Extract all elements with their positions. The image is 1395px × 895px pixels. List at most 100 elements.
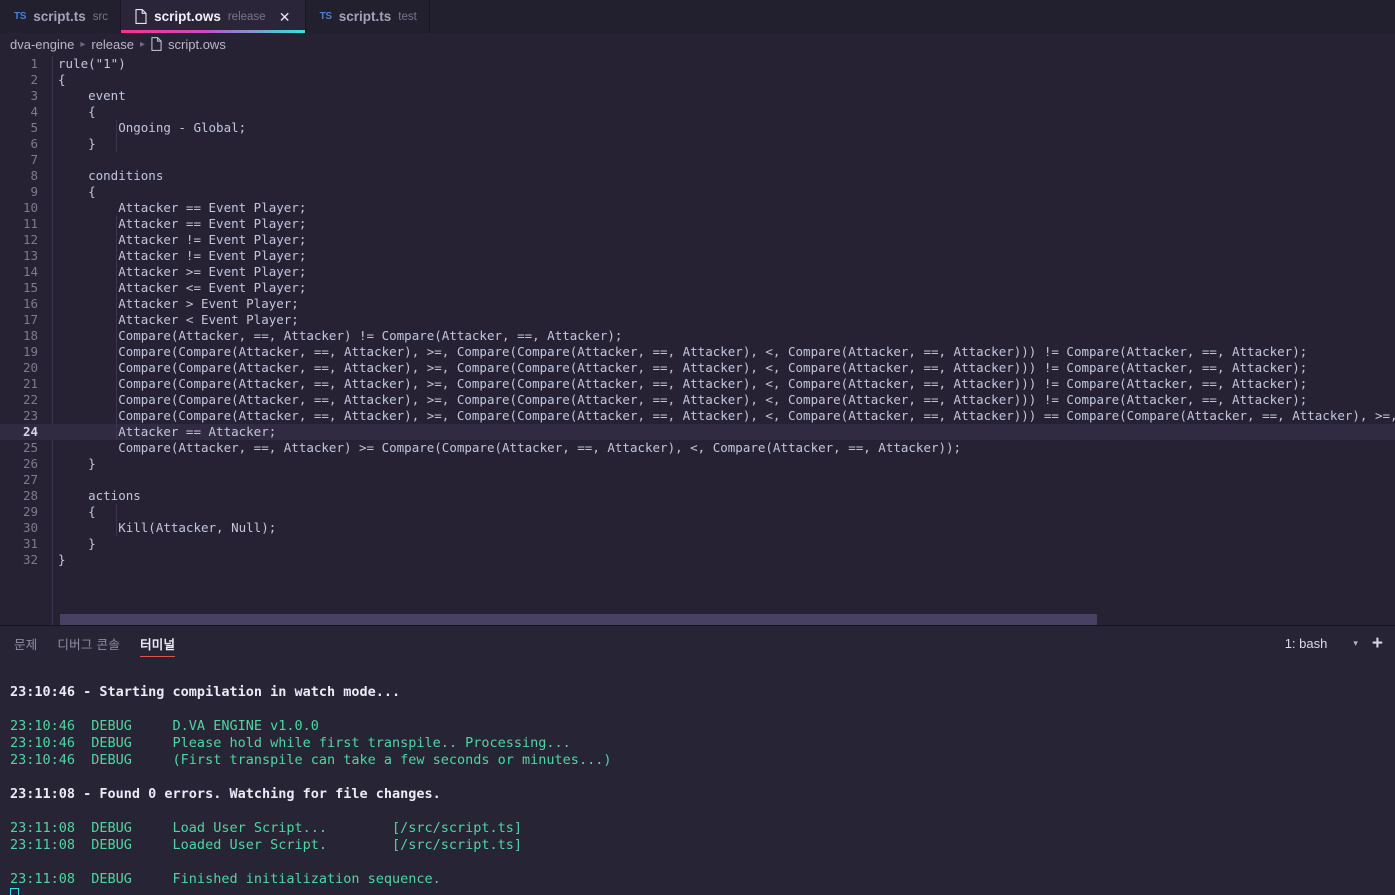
line-number: 30: [22, 520, 38, 535]
code-line[interactable]: 29 {: [0, 504, 1395, 520]
panel-tab-label: 문제: [14, 637, 38, 652]
code-line[interactable]: 32}: [0, 552, 1395, 568]
code-line[interactable]: 25 Compare(Attacker, ==, Attacker) >= Co…: [0, 440, 1395, 456]
terminal-output[interactable]: 23:10:46 - Starting compilation in watch…: [0, 661, 1395, 895]
chevron-right-icon: ▸: [140, 39, 146, 50]
editor-tab-script-ows-release[interactable]: script.ows release ✕: [121, 0, 306, 33]
code-line[interactable]: 26 }: [0, 456, 1395, 472]
code-line[interactable]: 1 rule("1"): [0, 56, 1395, 72]
code-line[interactable]: 2{: [0, 72, 1395, 88]
code-lines-container: 1 rule("1") 2{3 event 4 {5 Ongoing - Global…: [0, 56, 1395, 568]
code-line-background: [52, 168, 1395, 184]
breadcrumb-label: script.ows: [168, 37, 226, 52]
line-number: 4: [30, 104, 38, 119]
code-line[interactable]: 13 Attacker != Event Player;: [0, 248, 1395, 264]
code-line[interactable]: 15 Attacker <= Event Player;: [0, 280, 1395, 296]
code-line[interactable]: 28 actions: [0, 488, 1395, 504]
code-line[interactable]: 8 conditions: [0, 168, 1395, 184]
editor-tab-script-ts-src[interactable]: TS script.ts src: [0, 0, 122, 33]
panel-tab-problems[interactable]: 문제: [14, 626, 37, 661]
terminal-line: 23:11:08 DEBUG Finished initialization s…: [10, 871, 441, 887]
new-terminal-icon[interactable]: +: [1372, 634, 1383, 653]
code-line[interactable]: 11 Attacker == Event Player;: [0, 216, 1395, 232]
scrollbar-thumb[interactable]: [60, 614, 1097, 625]
line-number: 23: [22, 408, 38, 423]
close-icon[interactable]: ✕: [277, 9, 293, 25]
terminal-selector[interactable]: 1: bash ▾: [1285, 636, 1358, 651]
code-text: Attacker != Event Player;: [58, 232, 307, 247]
generic-file-icon: [135, 9, 147, 24]
code-line[interactable]: 18 Compare(Attacker, ==, Attacker) != Co…: [0, 328, 1395, 344]
code-line[interactable]: 24 Attacker == Attacker;: [0, 424, 1395, 440]
line-number: 20: [22, 360, 38, 375]
editor-tab-bar: TS script.ts src script.ows release ✕ TS…: [0, 0, 1395, 33]
code-line[interactable]: 21 Compare(Compare(Attacker, ==, Attacke…: [0, 376, 1395, 392]
code-line[interactable]: 16 Attacker > Event Player;: [0, 296, 1395, 312]
breadcrumb-label: release: [91, 37, 134, 52]
code-text: Compare(Attacker, ==, Attacker) >= Compa…: [58, 440, 962, 455]
line-number: 14: [22, 264, 38, 279]
terminal-line: 23:11:08 - Found 0 errors. Watching for …: [10, 786, 441, 802]
vscode-window: TS script.ts src script.ows release ✕ TS…: [0, 0, 1395, 895]
code-line[interactable]: 10 Attacker == Event Player;: [0, 200, 1395, 216]
code-line[interactable]: 6 }: [0, 136, 1395, 152]
chevron-down-icon[interactable]: ▾: [1353, 638, 1358, 649]
code-line[interactable]: 17 Attacker < Event Player;: [0, 312, 1395, 328]
code-line[interactable]: 31 }: [0, 536, 1395, 552]
panel-tab-debug-console[interactable]: 디버그 콘솔: [57, 626, 120, 661]
editor-tab-script-ts-test[interactable]: TS script.ts test: [305, 0, 430, 33]
line-number: 18: [22, 328, 38, 343]
code-line[interactable]: 27: [0, 472, 1395, 488]
code-line[interactable]: 20 Compare(Compare(Attacker, ==, Attacke…: [0, 360, 1395, 376]
tab-title: script.ts: [33, 9, 86, 24]
terminal-line: 23:10:46 DEBUG (First transpile can take…: [10, 752, 612, 768]
line-number: 7: [30, 152, 38, 167]
code-line-background: [52, 152, 1395, 168]
panel-tab-terminal[interactable]: 터미널: [140, 626, 176, 661]
line-number: 15: [22, 280, 38, 295]
line-number: 8: [30, 168, 38, 183]
code-text: Compare(Compare(Attacker, ==, Attacker),…: [58, 360, 1308, 375]
line-number: 9: [30, 184, 38, 199]
panel-tab-label: 디버그 콘솔: [57, 637, 121, 652]
panel-tab-list: 문제 디버그 콘솔 터미널: [14, 626, 176, 661]
terminal-prompt-line[interactable]: [10, 888, 1395, 895]
code-text: Kill(Attacker, Null);: [58, 520, 277, 535]
code-line[interactable]: 12 Attacker != Event Player;: [0, 232, 1395, 248]
line-number: 21: [22, 376, 38, 391]
editor-horizontal-scrollbar[interactable]: [0, 613, 1395, 625]
code-line[interactable]: 4 {: [0, 104, 1395, 120]
breadcrumb-item-release[interactable]: release: [91, 37, 134, 52]
code-line-background: [52, 72, 1395, 88]
code-text: Attacker < Event Player;: [58, 312, 299, 327]
terminal-line: 23:10:46 DEBUG D.VA ENGINE v1.0.0: [10, 718, 319, 734]
code-text: event: [58, 88, 126, 103]
tab-bar-empty-space: [429, 0, 1395, 33]
code-line[interactable]: 14 Attacker >= Event Player;: [0, 264, 1395, 280]
terminal-line: 23:11:08 DEBUG Load User Script... [/src…: [10, 820, 523, 836]
line-number: 17: [22, 312, 38, 327]
code-line[interactable]: 22 Compare(Compare(Attacker, ==, Attacke…: [0, 392, 1395, 408]
code-line-background: [52, 456, 1395, 472]
code-line-background: [52, 88, 1395, 104]
code-line-background: [52, 120, 1395, 136]
code-text: Compare(Compare(Attacker, ==, Attacker),…: [58, 392, 1308, 407]
line-number: 19: [22, 344, 38, 359]
code-line[interactable]: 19 Compare(Compare(Attacker, ==, Attacke…: [0, 344, 1395, 360]
breadcrumb-item-dva-engine[interactable]: dva-engine: [10, 37, 74, 52]
code-line[interactable]: 9 {: [0, 184, 1395, 200]
code-line[interactable]: 3 event: [0, 88, 1395, 104]
code-editor[interactable]: 1 rule("1") 2{3 event 4 {5 Ongoing - Global…: [0, 56, 1395, 625]
code-line[interactable]: 30 Kill(Attacker, Null);: [0, 520, 1395, 536]
breadcrumb-item-script-ows[interactable]: script.ows: [151, 37, 226, 52]
code-line[interactable]: 5 Ongoing - Global;: [0, 120, 1395, 136]
panel-actions: 1: bash ▾ +: [1285, 634, 1383, 653]
code-line[interactable]: 7: [0, 152, 1395, 168]
code-line[interactable]: 23 Compare(Compare(Attacker, ==, Attacke…: [0, 408, 1395, 424]
tab-description: src: [92, 10, 109, 23]
typescript-file-icon: TS: [14, 11, 27, 22]
code-text: Ongoing - Global;: [58, 120, 247, 135]
